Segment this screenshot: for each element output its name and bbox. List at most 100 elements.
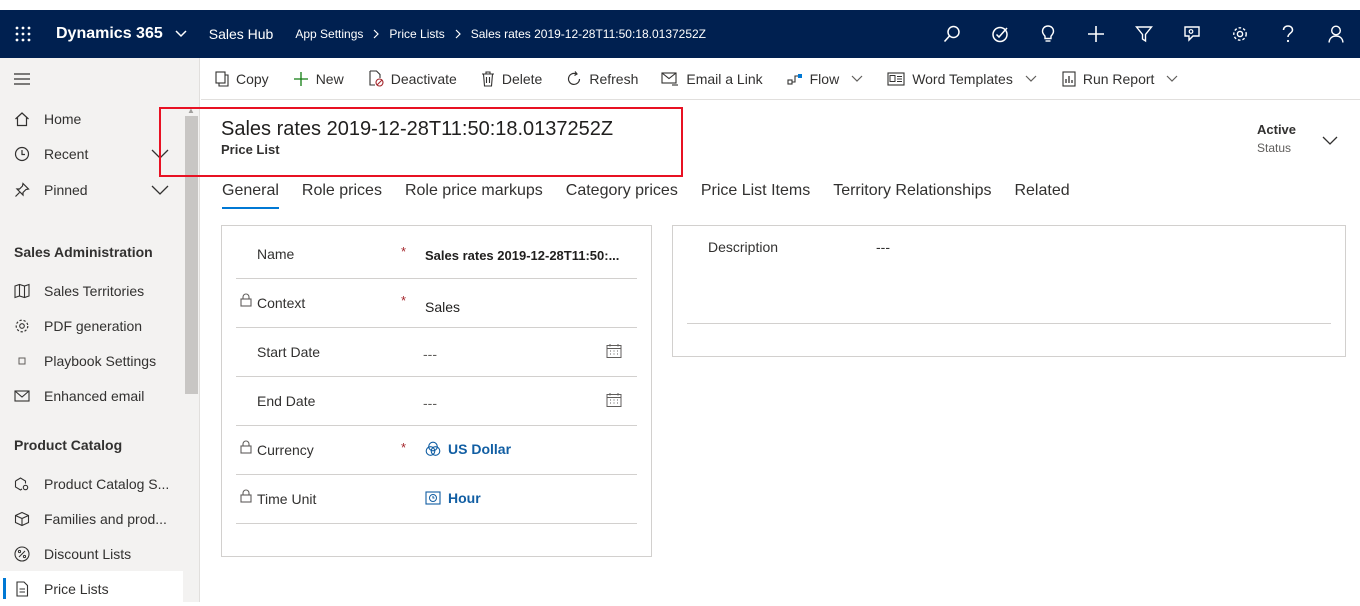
sidebar-item-product-catalog-settings[interactable]: Product Catalog S... [0, 466, 183, 501]
pin-icon [0, 181, 44, 198]
app-launcher-icon[interactable] [0, 10, 46, 58]
search-icon[interactable] [928, 10, 976, 58]
start-date-label: Start Date [257, 344, 321, 360]
sidebar-item-label: Families and prod... [44, 510, 167, 527]
new-button[interactable]: New [293, 58, 344, 100]
sidebar-item-home[interactable]: Home [0, 101, 183, 136]
breadcrumb: App Settings Price Lists Sales rates 201… [295, 27, 706, 41]
help-icon[interactable] [1264, 10, 1312, 58]
clock-icon [0, 146, 44, 162]
filter-icon[interactable] [1120, 10, 1168, 58]
tab-general[interactable]: General [222, 182, 279, 210]
deactivate-button[interactable]: Deactivate [368, 58, 457, 100]
flow-label: Flow [809, 70, 840, 87]
breadcrumb-current-record: Sales rates 2019-12-28T11:50:18.0137252Z [470, 27, 707, 41]
tab-territory-relationships[interactable]: Territory Relationships [833, 182, 991, 210]
divider [687, 323, 1331, 324]
time-unit-lookup-link[interactable]: Hour [425, 490, 481, 506]
sidebar-item-label: Sales Territories [44, 282, 145, 299]
chevron-down-icon[interactable] [1322, 133, 1338, 151]
lock-icon [240, 293, 252, 312]
gear-icon[interactable] [1216, 10, 1264, 58]
flow-button[interactable]: Flow [787, 58, 864, 100]
section-heading-product-catalog: Product Catalog [14, 437, 123, 453]
refresh-icon [566, 70, 582, 87]
refresh-button[interactable]: Refresh [566, 58, 638, 100]
email-link-button[interactable]: Email a Link [661, 58, 763, 100]
copy-button[interactable]: Copy [215, 58, 269, 100]
sidebar-item-enhanced-email[interactable]: Enhanced email [0, 378, 183, 413]
section-heading-sales-administration: Sales Administration [14, 244, 153, 260]
email-link-icon [661, 71, 679, 86]
user-profile-icon[interactable] [1312, 10, 1360, 58]
sidebar-item-label: Price Lists [44, 580, 109, 597]
name-label: Name [257, 246, 295, 262]
currency-field-row: Currency * US Dollar [236, 426, 637, 475]
context-label: Context [257, 295, 306, 311]
start-date-input[interactable]: --- [423, 346, 437, 362]
tab-related[interactable]: Related [1014, 182, 1069, 210]
chevron-down-icon[interactable] [151, 182, 169, 198]
deactivate-label: Deactivate [390, 70, 457, 87]
sidebar-item-discount-lists[interactable]: Discount Lists [0, 536, 183, 571]
home-icon [0, 111, 44, 127]
app-name[interactable]: Dynamics 365 [56, 25, 163, 43]
command-bar: Copy New Deactivate Delete Refresh Email… [201, 58, 1360, 100]
tab-role-price-markups[interactable]: Role price markups [405, 182, 543, 210]
end-date-label: End Date [257, 393, 316, 409]
sidebar-item-label: Pinned [44, 181, 88, 198]
top-navigation-bar: Dynamics 365 Sales Hub App Settings Pric… [0, 10, 1360, 58]
name-value[interactable]: Sales rates 2019-12-28T11:50:... [425, 248, 619, 263]
sidebar-item-families-and-products[interactable]: Families and prod... [0, 501, 183, 536]
general-section-card: Name * Sales rates 2019-12-28T11:50:... … [221, 225, 652, 557]
sidebar-item-price-lists[interactable]: Price Lists [0, 571, 183, 606]
breadcrumb-app-settings[interactable]: App Settings [295, 27, 363, 41]
calendar-icon[interactable] [606, 343, 622, 364]
breadcrumb-price-lists[interactable]: Price Lists [389, 27, 444, 41]
hub-name[interactable]: Sales Hub [209, 26, 274, 42]
word-templates-button[interactable]: Word Templates [887, 58, 1037, 100]
mail-icon [0, 389, 44, 403]
sidebar-item-label: Home [44, 110, 82, 127]
new-label: New [315, 70, 344, 87]
sidebar-item-pinned[interactable]: Pinned [0, 172, 183, 207]
end-date-input[interactable]: --- [423, 395, 437, 411]
refresh-label: Refresh [589, 70, 639, 87]
sidebar-item-sales-territories[interactable]: Sales Territories [0, 273, 183, 308]
calendar-icon[interactable] [606, 392, 622, 413]
gear-icon [0, 318, 44, 334]
tab-price-list-items[interactable]: Price List Items [701, 182, 810, 210]
tab-category-prices[interactable]: Category prices [566, 182, 678, 210]
tab-role-prices[interactable]: Role prices [302, 182, 382, 210]
run-report-button[interactable]: Run Report [1062, 58, 1179, 100]
assistant-icon[interactable] [1168, 10, 1216, 58]
sidebar-item-playbook-settings[interactable]: Playbook Settings [0, 343, 183, 378]
chevron-down-icon[interactable] [1166, 75, 1178, 83]
lock-icon [240, 440, 252, 459]
lightbulb-icon[interactable] [1024, 10, 1072, 58]
sidebar-item-label: Enhanced email [44, 387, 145, 404]
time-unit-field-row: Time Unit Hour [236, 475, 637, 524]
sidebar-item-label: Discount Lists [44, 545, 132, 562]
plus-icon [293, 71, 309, 87]
highlight-annotation-box [159, 107, 683, 177]
sidebar-item-pdf-generation[interactable]: PDF generation [0, 308, 183, 343]
required-indicator: * [401, 293, 407, 308]
description-value[interactable]: --- [876, 239, 890, 255]
task-check-icon[interactable] [976, 10, 1024, 58]
sidebar-item-label: Product Catalog S... [44, 475, 170, 492]
context-field-row: Context * Sales [236, 279, 637, 328]
chevron-down-icon[interactable] [175, 30, 187, 38]
plus-icon[interactable] [1072, 10, 1120, 58]
copy-label: Copy [236, 70, 269, 87]
deactivate-icon [368, 70, 384, 87]
sidebar-item-recent[interactable]: Recent [0, 136, 183, 171]
hamburger-menu-icon[interactable] [14, 72, 30, 90]
delete-button[interactable]: Delete [481, 58, 542, 100]
currency-lookup-link[interactable]: US Dollar [425, 441, 511, 457]
form-tab-list: General Role prices Role price markups C… [222, 182, 1093, 212]
trash-icon [481, 70, 495, 87]
chevron-down-icon[interactable] [1025, 75, 1037, 83]
context-value: Sales [425, 299, 461, 315]
chevron-down-icon[interactable] [851, 75, 863, 83]
